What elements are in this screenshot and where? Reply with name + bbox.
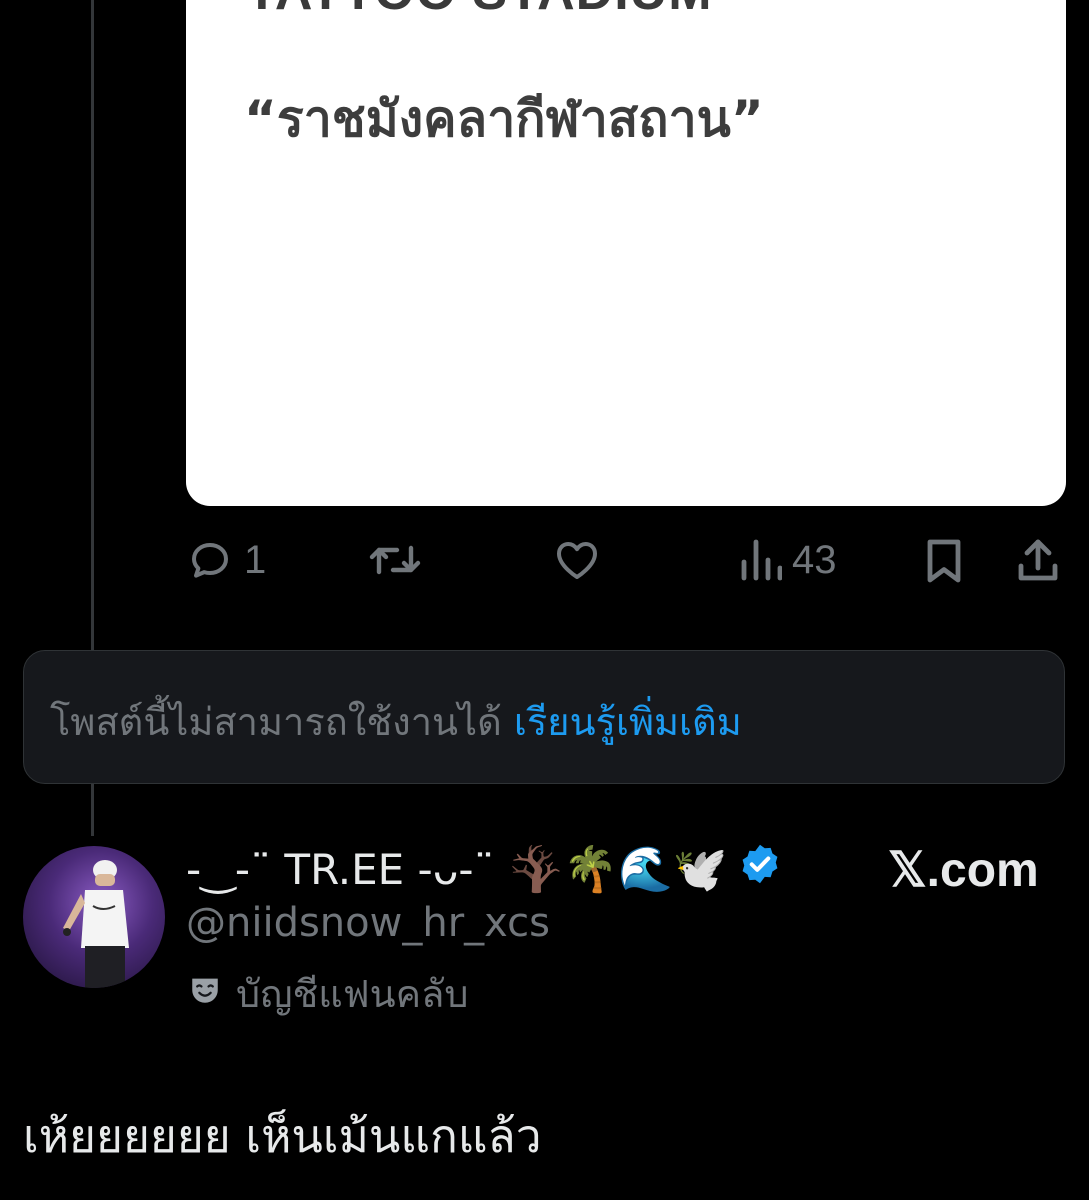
- post-text: เห้ยยยยยย เห็นเม้นแกแล้ว: [23, 1109, 542, 1163]
- avatar-photo: [63, 860, 129, 988]
- views-button[interactable]: 43: [738, 530, 837, 590]
- post-unavailable-notice: โพสต์นี้ไม่สามารถใช้งานได้ เรียนรู้เพิ่ม…: [23, 650, 1065, 784]
- learn-more-link[interactable]: เรียนรู้เพิ่มเติม: [514, 700, 742, 744]
- author-display-name: -‿-¨ TR.EE -ᴗ-¨: [186, 844, 495, 894]
- name-emoji-decorations: 🪾🌴🌊🕊️: [508, 844, 728, 895]
- fan-account-label-row: บัญชีแฟนคลับ: [188, 963, 469, 1024]
- views-count: 43: [792, 537, 837, 582]
- avatar[interactable]: [23, 846, 165, 988]
- author-handle[interactable]: @niidsnow_hr_xcs: [186, 900, 550, 946]
- media-subtitle-text: “ราชมังคลากีฬาสถาน”: [244, 90, 764, 148]
- heart-icon: [552, 536, 602, 584]
- reply-button[interactable]: 1: [186, 530, 266, 590]
- source-watermark: 𝕏.com: [888, 844, 1039, 897]
- thread-connector-line: [91, 784, 94, 836]
- media-title-text: TATTOO STADIUM: [246, 0, 713, 22]
- fan-account-label: บัญชีแฟนคลับ: [236, 972, 469, 1016]
- quoted-post-media[interactable]: TATTOO STADIUM “ราชมังคลากีฬาสถาน”: [186, 0, 1066, 506]
- notice-message: โพสต์นี้ไม่สามารถใช้งานได้: [50, 700, 502, 744]
- author-display-name-row[interactable]: -‿-¨ TR.EE -ᴗ-¨ 🪾🌴🌊🕊️: [186, 842, 782, 896]
- post-action-bar: 1 43: [186, 530, 1066, 590]
- repost-icon: [368, 536, 422, 584]
- share-icon: [1016, 536, 1060, 584]
- theater-mask-icon: [188, 972, 222, 1016]
- like-button[interactable]: [552, 530, 612, 590]
- reply-icon: [186, 536, 234, 584]
- notice-text-row: โพสต์นี้ไม่สามารถใช้งานได้ เรียนรู้เพิ่ม…: [50, 691, 742, 752]
- bookmark-button[interactable]: [922, 530, 966, 590]
- verified-badge-icon: [738, 842, 782, 896]
- thread-connector-line: [91, 0, 94, 650]
- bookmark-icon: [922, 536, 966, 584]
- reply-count: 1: [244, 537, 267, 582]
- analytics-bars-icon: [738, 536, 782, 584]
- repost-button[interactable]: [368, 530, 432, 590]
- share-button[interactable]: [1016, 530, 1060, 590]
